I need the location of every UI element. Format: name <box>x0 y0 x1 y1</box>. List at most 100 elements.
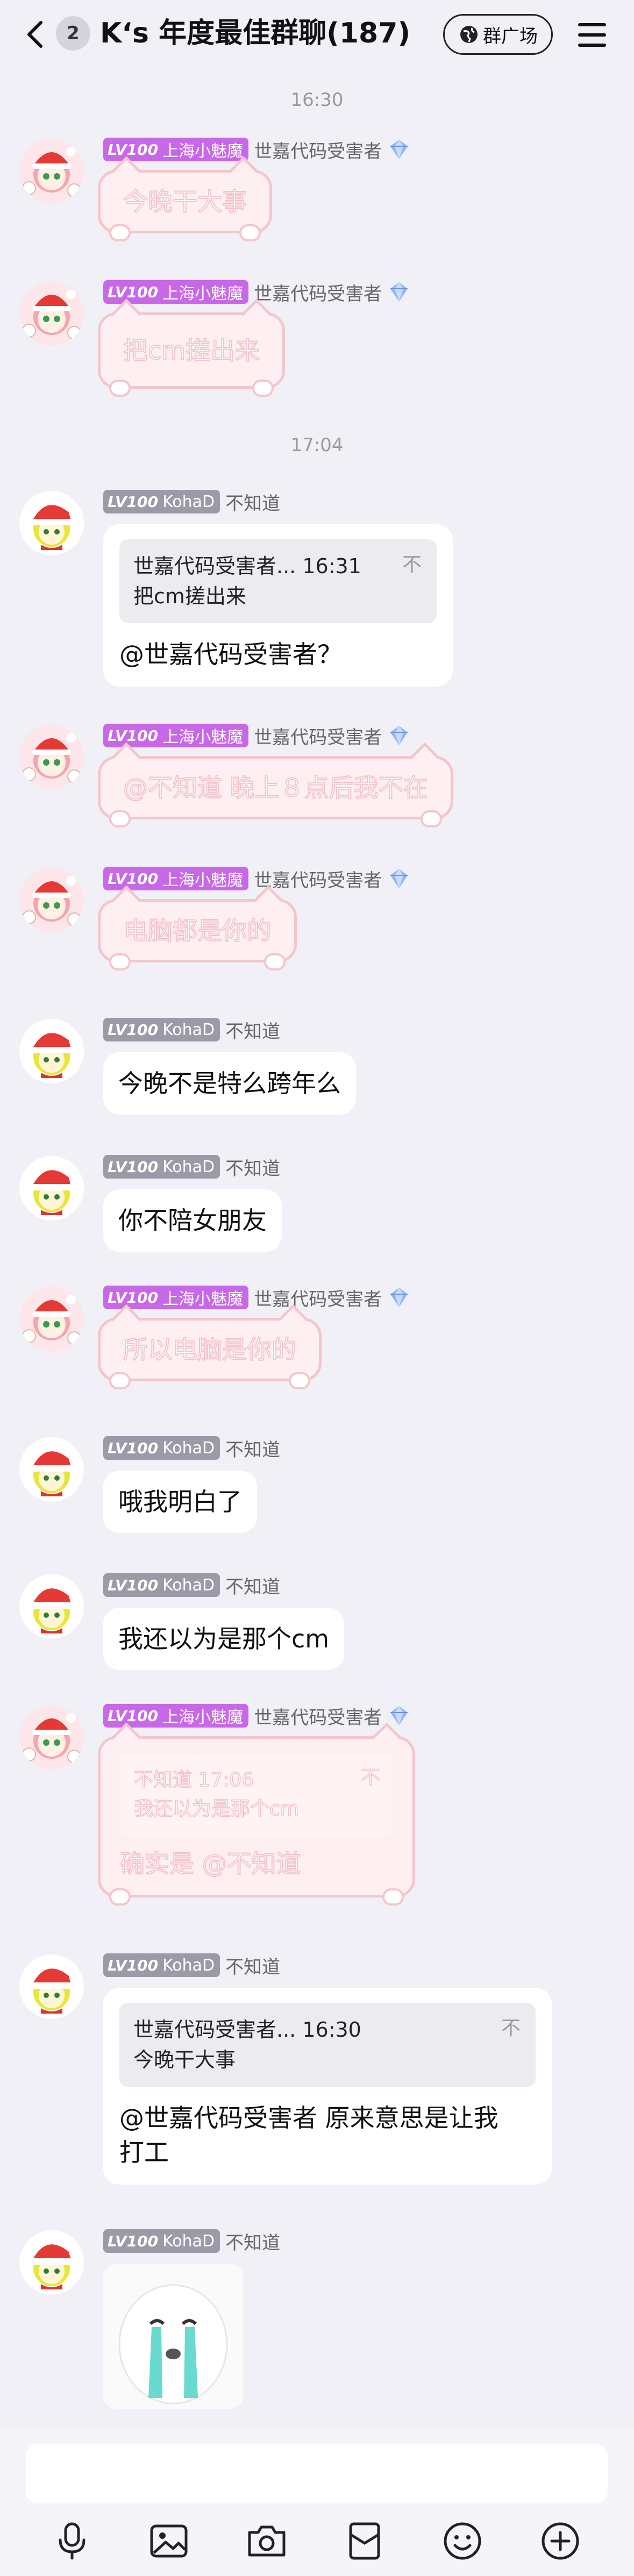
sender-meta: LV100 KohaD 不知道 <box>103 487 280 517</box>
avatar[interactable] <box>19 2230 84 2295</box>
unread-count-badge[interactable]: 2 <box>56 16 90 51</box>
message-text: 确实是 @不知道 <box>119 1849 302 1879</box>
avatar[interactable] <box>19 1705 84 1769</box>
camera-icon[interactable] <box>244 2518 289 2564</box>
bubble-paw <box>420 810 442 827</box>
sender-meta: LV100 上海小魅魔 世嘉代码受害者 <box>103 720 411 751</box>
menu-icon[interactable] <box>576 19 608 51</box>
message-text: 电脑都是你的 <box>123 916 272 946</box>
message-row: LV100 KohaD 不知道 哦我明白了 <box>0 1433 634 1540</box>
sender-meta: LV100 KohaD 不知道 <box>103 1950 280 1980</box>
message-row: LV100 KohaD 不知道 我还以为是那个cm <box>0 1570 634 1678</box>
quoted-message[interactable]: 不知道 17:06 我还以为是那个cm 不 <box>120 1754 393 1836</box>
level-badge: LV100 <box>108 1288 159 1307</box>
diamond-icon <box>387 1286 411 1309</box>
image-icon[interactable] <box>146 2518 191 2564</box>
group-square-button[interactable]: 群广场 <box>443 14 553 55</box>
bubble-paw <box>109 1888 131 1906</box>
avatar[interactable] <box>19 139 84 203</box>
avatar[interactable] <box>19 1019 84 1083</box>
sender-meta: LV100 上海小魅魔 世嘉代码受害者 <box>103 1282 411 1312</box>
level-badge: LV100 <box>108 869 159 888</box>
member-title: 上海小魅魔 <box>162 142 244 161</box>
message-bubble[interactable]: 今晚干大事 <box>98 156 272 241</box>
sender-meta: LV100 上海小魅魔 世嘉代码受害者 <box>103 864 411 894</box>
avatar[interactable] <box>19 1574 84 1639</box>
message-text: @世嘉代码受害者 原来意思是让我 <box>119 2103 498 2132</box>
chat-header: 2 K‘s 年度最佳群聊(187) 群广场 <box>0 0 634 73</box>
message-row: LV100 上海小魅魔 世嘉代码受害者 不知道 17:06 我还以为是那个cm 不… <box>0 1701 634 1926</box>
globe-icon <box>460 26 478 43</box>
message-bubble[interactable]: 哦我明白了 <box>103 1471 257 1533</box>
level-badge: LV100 <box>108 140 159 159</box>
quote-author: 不知道 17:06 <box>133 1768 254 1792</box>
message-input[interactable] <box>26 2444 608 2503</box>
member-title: KohaD <box>162 492 215 511</box>
avatar[interactable] <box>19 1437 84 1502</box>
avatar[interactable] <box>19 1954 84 2019</box>
diamond-icon <box>387 1704 411 1728</box>
member-title: 上海小魅魔 <box>162 284 244 303</box>
sender-nickname: 世嘉代码受害者 <box>254 726 382 748</box>
message-bubble[interactable]: 世嘉代码受害者... 16:30 今晚干大事 不 @世嘉代码受害者 原来意思是让… <box>103 1988 552 2185</box>
avatar[interactable] <box>19 725 84 789</box>
message-bubble[interactable]: 所以电脑是你的 <box>98 1304 322 1389</box>
message-bubble[interactable]: 电脑都是你的 <box>98 885 297 971</box>
group-square-label: 群广场 <box>483 25 538 47</box>
message-bubble[interactable]: 我还以为是那个cm <box>103 1608 345 1670</box>
quoted-message[interactable]: 世嘉代码受害者... 16:31 把cm搓出来 不 <box>119 539 437 623</box>
diamond-icon <box>387 724 411 747</box>
time-separator: 16:30 <box>290 89 344 111</box>
message-row: LV100 KohaD 不知道 世嘉代码受害者... 16:31 把cm搓出来 不… <box>0 487 634 707</box>
message-bubble[interactable]: 把cm搓出来 <box>98 298 286 397</box>
message-bubble[interactable]: 今晚不是特么跨年么 <box>103 1052 356 1115</box>
sender-meta: LV100 KohaD 不知道 <box>103 1570 280 1600</box>
sender-nickname: 不知道 <box>225 493 281 515</box>
level-title-tag: LV100 KohaD <box>103 490 220 513</box>
level-title-tag: LV100 KohaD <box>103 1155 220 1179</box>
message-row: LV100 上海小魅魔 世嘉代码受害者 电脑都是你的 <box>0 864 634 982</box>
quote-author: 世嘉代码受害者... 16:31 <box>133 554 361 578</box>
message-bubble[interactable]: 世嘉代码受害者... 16:31 把cm搓出来 不 @世嘉代码受害者？ <box>103 524 453 687</box>
quote-text: 把cm搓出来 <box>133 584 246 608</box>
message-row: LV100 上海小魅魔 世嘉代码受害者 今晚干大事 <box>0 134 634 253</box>
member-title: KohaD <box>162 1020 215 1039</box>
bubble-cat-ear <box>409 742 440 773</box>
member-title: KohaD <box>162 1438 215 1458</box>
message-row: LV100 上海小魅魔 世嘉代码受害者 所以电脑是你的 <box>0 1282 634 1401</box>
sender-meta: LV100 上海小魅魔 世嘉代码受害者 <box>103 134 411 165</box>
avatar[interactable] <box>19 868 84 932</box>
message-bubble[interactable]: @不知道 晚上８点后我不在 <box>98 742 453 827</box>
message-bubble[interactable]: 不知道 17:06 我还以为是那个cm 不 确实是 @不知道 <box>98 1722 415 1906</box>
level-title-tag: LV100 KohaD <box>103 1018 220 1041</box>
sender-meta: LV100 KohaD 不知道 <box>103 1152 280 1182</box>
back-arrow-icon[interactable] <box>20 18 53 51</box>
member-title: KohaD <box>162 2231 215 2251</box>
bubble-paw <box>109 953 131 971</box>
group-title[interactable]: K‘s 年度最佳群聊(187) <box>100 16 410 51</box>
sender-nickname: 不知道 <box>225 1158 281 1180</box>
quoted-message[interactable]: 世嘉代码受害者... 16:30 今晚干大事 不 <box>119 2003 536 2087</box>
crying-face-sticker[interactable] <box>103 2264 243 2409</box>
avatar[interactable] <box>19 281 84 346</box>
bubble-paw <box>252 380 274 397</box>
avatar[interactable] <box>19 491 84 555</box>
level-title-tag: LV100 KohaD <box>103 1573 220 1597</box>
plus-icon[interactable] <box>538 2518 583 2564</box>
emoji-icon[interactable] <box>440 2518 485 2564</box>
level-badge: LV100 <box>108 283 159 301</box>
level-badge: LV100 <box>108 2232 159 2250</box>
level-title-tag: LV100 KohaD <box>103 1436 220 1460</box>
member-title: 上海小魅魔 <box>162 1290 244 1309</box>
message-bubble[interactable]: 你不陪女朋友 <box>103 1189 282 1252</box>
sender-nickname: 世嘉代码受害者 <box>254 869 382 891</box>
microphone-icon[interactable] <box>49 2518 95 2564</box>
sender-meta: LV100 KohaD 不知道 <box>103 1015 280 1045</box>
sender-nickname: 不知道 <box>225 1021 281 1043</box>
time-separator: 17:04 <box>290 434 344 456</box>
red-packet-icon[interactable] <box>342 2518 387 2564</box>
quote-text: 今晚干大事 <box>133 2048 236 2072</box>
message-text: @世嘉代码受害者？ <box>119 640 342 669</box>
avatar[interactable] <box>19 1156 84 1221</box>
avatar[interactable] <box>19 1287 84 1351</box>
